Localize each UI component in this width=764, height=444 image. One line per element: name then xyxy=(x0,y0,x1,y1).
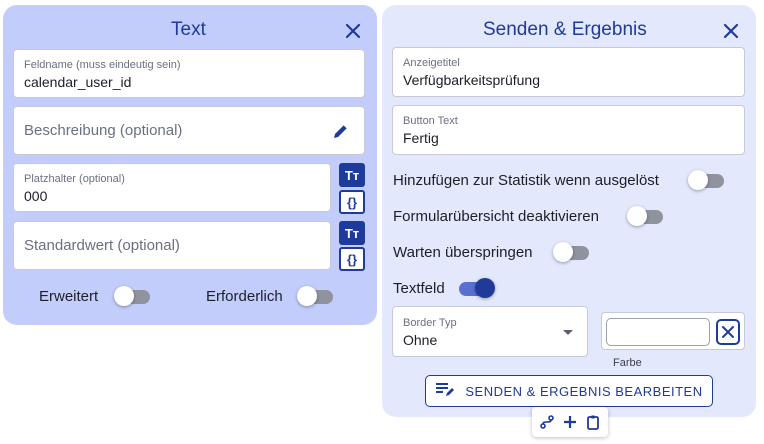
textfield-toggle-label: Textfeld xyxy=(393,280,445,297)
display-title-label: Anzeigetitel xyxy=(403,57,460,69)
display-title-value: Verfügbarkeitsprüfung xyxy=(403,72,540,88)
disable-overview-toggle[interactable] xyxy=(627,206,663,226)
default-value-input[interactable]: Standardwert (optional) xyxy=(13,221,331,270)
text-format-icon[interactable]: Tт xyxy=(339,163,365,187)
border-type-select[interactable]: Border Typ Ohne xyxy=(392,306,588,357)
edit-submit-result-button[interactable]: SENDEN & ERGEBNIS BEARBEITEN xyxy=(425,375,713,407)
color-caption: Farbe xyxy=(613,357,642,369)
button-text-value: Fertig xyxy=(403,130,439,146)
edit-submit-result-label: SENDEN & ERGEBNIS BEARBEITEN xyxy=(465,383,703,399)
curly-braces-icon[interactable]: {} xyxy=(339,190,365,214)
advanced-toggle-label: Erweitert xyxy=(39,288,99,305)
statistics-toggle-label: Hinzufügen zur Statistik wenn ausgelöst xyxy=(393,172,659,189)
placeholder-label: Platzhalter (optional) xyxy=(24,173,125,185)
field-name-label: Feldname (muss eindeutig sein) xyxy=(24,59,181,71)
edit-list-icon xyxy=(435,381,455,402)
route-icon[interactable] xyxy=(539,414,555,430)
close-icon[interactable] xyxy=(344,22,362,40)
curly-braces-glyph: {} xyxy=(346,251,358,267)
button-text-input[interactable]: Button Text Fertig xyxy=(392,105,745,155)
field-name-value: calendar_user_id xyxy=(24,74,132,90)
close-icon[interactable] xyxy=(722,22,740,40)
description-placeholder: Beschreibung (optional) xyxy=(24,122,183,139)
required-toggle[interactable] xyxy=(297,286,333,306)
default-value-placeholder: Standardwert (optional) xyxy=(24,237,180,254)
field-name-input[interactable]: Feldname (muss eindeutig sein) calendar_… xyxy=(13,49,365,98)
chevron-down-icon xyxy=(563,330,573,335)
close-icon[interactable] xyxy=(716,319,740,345)
text-format-glyph: Tт xyxy=(344,167,360,183)
textfield-toggle[interactable] xyxy=(459,278,495,298)
text-format-glyph: Tт xyxy=(344,225,360,241)
color-input[interactable] xyxy=(606,318,710,346)
clipboard-icon[interactable] xyxy=(585,414,601,430)
border-type-label: Border Typ xyxy=(403,317,457,329)
button-text-label: Button Text xyxy=(403,115,458,127)
advanced-toggle[interactable] xyxy=(114,286,150,306)
placeholder-value: 000 xyxy=(24,188,48,204)
node-toolbar xyxy=(532,407,608,437)
pencil-icon[interactable] xyxy=(332,122,350,140)
skip-wait-toggle-label: Warten überspringen xyxy=(393,244,533,261)
panel-title: Text xyxy=(171,19,206,40)
placeholder-input[interactable]: Platzhalter (optional) 000 xyxy=(13,163,331,212)
panel-title: Senden & Ergebnis xyxy=(483,19,647,40)
disable-overview-toggle-label: Formularübersicht deaktivieren xyxy=(393,208,599,225)
curly-braces-glyph: {} xyxy=(346,194,358,210)
statistics-toggle[interactable] xyxy=(688,170,724,190)
description-input[interactable]: Beschreibung (optional) xyxy=(13,106,365,155)
skip-wait-toggle[interactable] xyxy=(553,242,589,262)
plus-icon[interactable] xyxy=(562,414,578,430)
text-field-settings-panel: Text Feldname (muss eindeutig sein) cale… xyxy=(3,5,377,325)
submit-result-panel: Senden & Ergebnis Anzeigetitel Verfügbar… xyxy=(382,5,756,417)
border-type-value: Ohne xyxy=(403,332,438,348)
display-title-input[interactable]: Anzeigetitel Verfügbarkeitsprüfung xyxy=(392,47,745,97)
color-picker xyxy=(601,312,745,350)
curly-braces-icon[interactable]: {} xyxy=(339,247,365,271)
text-format-icon[interactable]: Tт xyxy=(339,221,365,245)
required-toggle-label: Erforderlich xyxy=(206,288,283,305)
